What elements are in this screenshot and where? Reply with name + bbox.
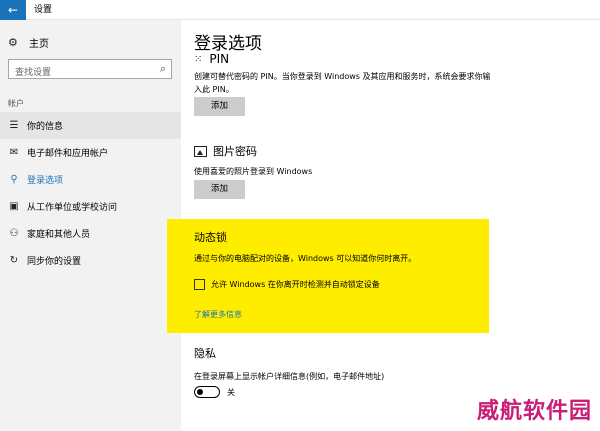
home-label: 主页	[29, 38, 49, 50]
dynamic-lock-checkbox[interactable]	[194, 279, 205, 290]
sidebar-item-work-school[interactable]: ▣ 从工作单位或学校访问	[0, 193, 181, 220]
search-icon[interactable]: ⌕	[160, 62, 166, 76]
sidebar-item-label: 家庭和其他人员	[27, 230, 91, 240]
pin-add-button[interactable]: 添加	[194, 97, 245, 116]
privacy-toggle-row: 关	[194, 386, 235, 398]
sidebar-item-label: 登录选项	[27, 176, 64, 186]
dynamic-lock-checkbox-row[interactable]: 允许 Windows 在你离开时检测并自动锁定设备	[194, 279, 380, 290]
dynamic-lock-heading: 动态锁	[194, 231, 227, 244]
sidebar-item-label: 电子邮件和应用帐户	[27, 149, 109, 159]
privacy-description: 在登录屏幕上显示帐户详细信息(例如，电子邮件地址)	[194, 372, 385, 381]
pin-heading-row: ⁙ PIN	[194, 52, 229, 66]
dynamic-lock-checkbox-label: 允许 Windows 在你离开时检测并自动锁定设备	[211, 280, 380, 289]
section-label-accounts: 帐户	[8, 99, 24, 108]
sidebar-item-label: 你的信息	[27, 122, 64, 132]
main-content: 登录选项 ⁙ PIN 创建可替代密码的 PIN。当你登录到 Windows 及其…	[167, 20, 600, 431]
dynamic-lock-highlight: 动态锁 通过与你的电脑配对的设备，Windows 可以知道你何时离开。 允许 W…	[167, 219, 489, 333]
pin-heading: PIN	[209, 52, 230, 66]
search-input[interactable]	[9, 64, 149, 82]
picture-password-heading: 图片密码	[213, 145, 257, 158]
picture-password-add-button[interactable]: 添加	[194, 180, 245, 199]
sidebar-item-family[interactable]: ⚇ 家庭和其他人员	[0, 220, 181, 247]
picture-icon	[194, 145, 207, 157]
title-bar: ← 设置	[0, 0, 600, 20]
learn-more-link[interactable]: 了解更多信息	[194, 309, 242, 320]
sidebar-item-sync[interactable]: ↻ 同步你的设置	[0, 247, 181, 274]
keypad-icon: ⁙	[194, 53, 202, 65]
window-title: 设置	[34, 5, 53, 15]
privacy-toggle[interactable]	[194, 386, 220, 398]
page-title: 登录选项	[194, 34, 262, 54]
pin-description: 创建可替代密码的 PIN。当你登录到 Windows 及其应用和服务时，系统会要…	[194, 72, 491, 94]
picture-password-heading-row: 图片密码	[194, 143, 257, 159]
picture-password-description: 使用喜爱的照片登录到 Windows	[194, 167, 313, 176]
sidebar-item-label: 从工作单位或学校访问	[27, 203, 118, 213]
privacy-heading: 隐私	[194, 347, 216, 360]
home-nav-item[interactable]: ⚙ 主页	[8, 34, 49, 50]
search-box: ⌕	[8, 59, 172, 82]
back-button[interactable]: ←	[0, 0, 26, 20]
sidebar-item-label: 同步你的设置	[27, 257, 82, 267]
gear-icon: ⚙	[8, 35, 18, 49]
person-icon: ⚇	[9, 228, 19, 239]
sync-icon: ↻	[9, 255, 19, 266]
toggle-knob	[197, 388, 203, 395]
user-card-icon: ☰	[9, 120, 19, 131]
key-icon: ⚲	[10, 174, 18, 185]
sidebar-nav: ☰ 你的信息 ✉ 电子邮件和应用帐户 ⚲ 登录选项 ▣ 从工作单位或学校访问 ⚇…	[0, 112, 181, 274]
sidebar: ⚙ 主页 ⌕ 帐户 ☰ 你的信息 ✉ 电子邮件和应用帐户 ⚲ 登录选项 ▣ 从工…	[0, 20, 181, 431]
sidebar-item-email-accounts[interactable]: ✉ 电子邮件和应用帐户	[0, 139, 181, 166]
back-arrow-icon: ←	[7, 3, 19, 17]
sidebar-item-your-info[interactable]: ☰ 你的信息	[0, 112, 181, 139]
privacy-toggle-state: 关	[227, 387, 235, 397]
sidebar-item-sign-in-options[interactable]: ⚲ 登录选项	[0, 166, 181, 193]
dynamic-lock-description: 通过与你的电脑配对的设备，Windows 可以知道你何时离开。	[194, 254, 417, 263]
watermark: 威航软件园	[476, 399, 592, 424]
briefcase-icon: ▣	[9, 201, 19, 212]
mail-icon: ✉	[9, 147, 19, 158]
